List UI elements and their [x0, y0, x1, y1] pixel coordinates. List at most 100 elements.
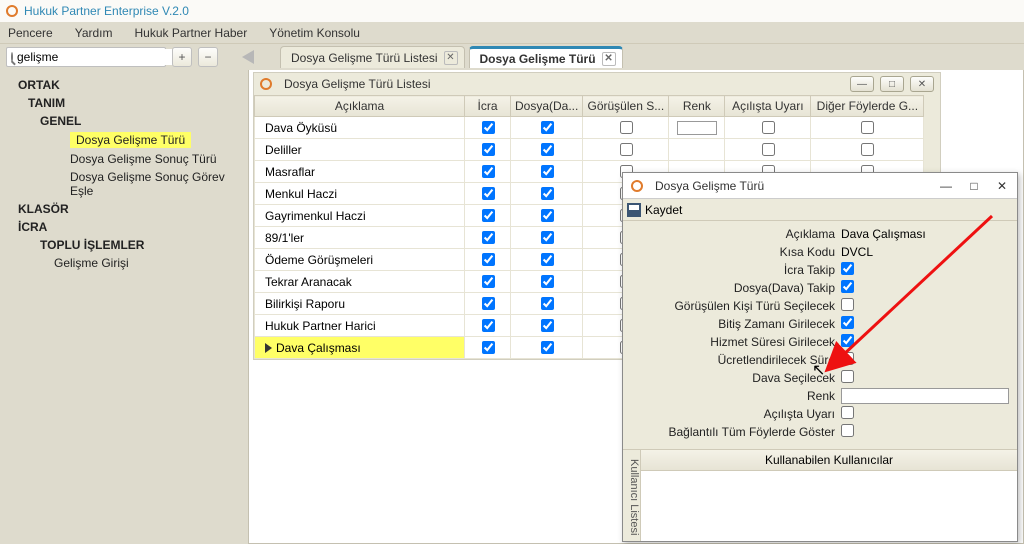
grid-checkbox[interactable] [482, 253, 495, 266]
label-hizmet: Hizmet Süresi Girilecek [629, 335, 841, 349]
grid-checkbox[interactable] [482, 275, 495, 288]
grid-checkbox[interactable] [541, 143, 554, 156]
grid-checkbox[interactable] [541, 231, 554, 244]
table-row[interactable]: Dava Öyküsü [255, 117, 924, 139]
col-icra[interactable]: İcra [465, 96, 511, 117]
checkbox-icra[interactable] [841, 262, 854, 275]
grid-checkbox[interactable] [541, 187, 554, 200]
tree-icra[interactable]: İCRA [0, 218, 248, 236]
remove-button[interactable]: − [198, 47, 218, 67]
label-dava: Dava Seçilecek [629, 371, 841, 385]
minimize-button[interactable]: — [939, 179, 953, 193]
detail-form: AçıklamaDava Çalışması Kısa KoduDVCL İcr… [623, 221, 1017, 445]
checkbox-gorus[interactable] [841, 298, 854, 311]
grid-checkbox[interactable] [541, 209, 554, 222]
users-vertical-tab[interactable]: Kullanıcı Listesi [623, 450, 641, 541]
tab-close-icon[interactable]: ✕ [602, 52, 616, 66]
checkbox-acilis[interactable] [841, 406, 854, 419]
label-gorus: Görüşülen Kişi Türü Seçilecek [629, 299, 841, 313]
value-aciklama: Dava Çalışması [841, 227, 926, 241]
menu-haber[interactable]: Hukuk Partner Haber [135, 26, 248, 40]
value-kisa: DVCL [841, 245, 873, 259]
input-renk[interactable] [841, 388, 1009, 404]
tree-tanim[interactable]: TANIM [0, 94, 248, 112]
checkbox-dosya[interactable] [841, 280, 854, 293]
grid-checkbox[interactable] [541, 297, 554, 310]
col-acilista[interactable]: Açılışta Uyarı [725, 96, 811, 117]
grid-checkbox[interactable] [861, 143, 874, 156]
table-row[interactable]: Deliller [255, 139, 924, 161]
menu-pencere[interactable]: Pencere [8, 26, 53, 40]
col-renk[interactable]: Renk [669, 96, 725, 117]
grid-checkbox[interactable] [482, 209, 495, 222]
users-section: Kullanıcı Listesi Kullanabilen Kullanıcı… [623, 449, 1017, 541]
checkbox-ucret[interactable] [841, 352, 854, 365]
col-gorusulen[interactable]: Görüşülen S... [583, 96, 669, 117]
save-button[interactable]: Kaydet [645, 203, 682, 217]
tree-item-gelisme-girisi[interactable]: Gelişme Girişi [0, 254, 248, 272]
tab-liste[interactable]: Dosya Gelişme Türü Listesi ✕ [280, 46, 465, 68]
label-ucret: Ücretlendirilecek Süre [629, 353, 841, 367]
grid-checkbox[interactable] [482, 231, 495, 244]
grid-checkbox[interactable] [482, 341, 495, 354]
grid-checkbox[interactable] [482, 319, 495, 332]
tree-item-dosya-gelisme-turu[interactable]: Dosya Gelişme Türü [70, 132, 191, 148]
close-button[interactable]: ✕ [995, 179, 1009, 193]
checkbox-dava[interactable] [841, 370, 854, 383]
minimize-button[interactable]: — [850, 76, 874, 92]
tree-item-gorev-esle[interactable]: Dosya Gelişme Sonuç Görev Eşle [0, 168, 248, 200]
label-bitis: Bitiş Zamanı Girilecek [629, 317, 841, 331]
grid-checkbox[interactable] [541, 319, 554, 332]
search-box[interactable] [6, 47, 166, 67]
label-icra: İcra Takip [629, 263, 841, 277]
tab-detay[interactable]: Dosya Gelişme Türü ✕ [469, 46, 623, 68]
col-diger[interactable]: Diğer Föylerde G... [811, 96, 924, 117]
search-icon [11, 52, 13, 62]
label-dosya: Dosya(Dava) Takip [629, 281, 841, 295]
grid-checkbox[interactable] [482, 143, 495, 156]
list-window-title: Dosya Gelişme Türü Listesi [284, 77, 431, 91]
back-arrow-icon[interactable] [242, 50, 254, 64]
window-titlebar: Hukuk Partner Enterprise V.2.0 [0, 0, 1024, 22]
col-aciklama[interactable]: Açıklama [255, 96, 465, 117]
checkbox-bagl[interactable] [841, 424, 854, 437]
col-dosya[interactable]: Dosya(Da... [511, 96, 583, 117]
detail-titlebar[interactable]: Dosya Gelişme Türü — □ ✕ [623, 173, 1017, 199]
detail-toolbar: Kaydet [623, 199, 1017, 221]
grid-checkbox[interactable] [762, 121, 775, 134]
grid-checkbox[interactable] [482, 187, 495, 200]
grid-checkbox[interactable] [482, 297, 495, 310]
detail-window: Dosya Gelişme Türü — □ ✕ Kaydet Açıklama… [622, 172, 1018, 542]
tree-genel[interactable]: GENEL [0, 112, 248, 130]
grid-checkbox[interactable] [541, 165, 554, 178]
grid-checkbox[interactable] [482, 121, 495, 134]
grid-checkbox[interactable] [482, 165, 495, 178]
close-button[interactable]: ✕ [910, 76, 934, 92]
search-input[interactable] [13, 49, 174, 65]
grid-checkbox[interactable] [620, 143, 633, 156]
menu-yardim[interactable]: Yardım [75, 26, 113, 40]
grid-checkbox[interactable] [541, 253, 554, 266]
grid-checkbox[interactable] [762, 143, 775, 156]
tree-toplu[interactable]: TOPLU İŞLEMLER [0, 236, 248, 254]
checkbox-hizmet[interactable] [841, 334, 854, 347]
app-icon [6, 5, 18, 17]
tree-klasor[interactable]: KLASÖR [0, 200, 248, 218]
app-title: Hukuk Partner Enterprise V.2.0 [24, 4, 189, 18]
grid-checkbox[interactable] [861, 121, 874, 134]
add-button[interactable]: + [172, 47, 192, 67]
maximize-button[interactable]: □ [967, 179, 981, 193]
grid-checkbox[interactable] [541, 275, 554, 288]
tab-close-icon[interactable]: ✕ [444, 51, 458, 65]
grid-checkbox[interactable] [541, 121, 554, 134]
save-icon[interactable] [627, 203, 641, 217]
menu-yonetim[interactable]: Yönetim Konsolu [269, 26, 360, 40]
tab-label: Dosya Gelişme Türü Listesi [291, 51, 438, 65]
maximize-button[interactable]: □ [880, 76, 904, 92]
checkbox-bitis[interactable] [841, 316, 854, 329]
grid-checkbox[interactable] [620, 121, 633, 134]
tree-ortak[interactable]: ORTAK [0, 76, 248, 94]
tree-item-sonuc-turu[interactable]: Dosya Gelişme Sonuç Türü [0, 150, 248, 168]
grid-checkbox[interactable] [541, 341, 554, 354]
label-bagl: Bağlantılı Tüm Föylerde Göster [629, 425, 841, 439]
